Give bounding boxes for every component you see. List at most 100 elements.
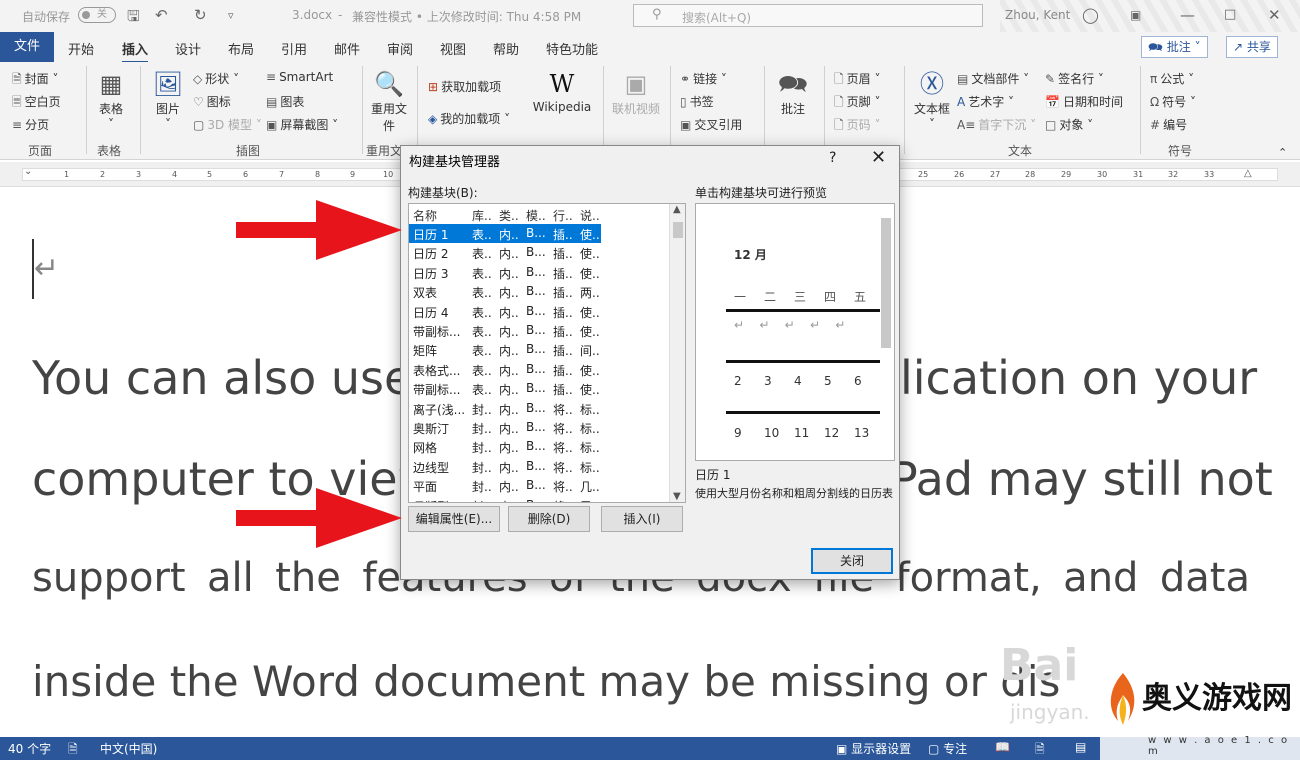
tab-home[interactable]: 开始	[68, 39, 94, 58]
pictures-button[interactable]: 🖼 图片 ˅	[148, 68, 188, 131]
tab-view[interactable]: 视图	[440, 39, 466, 58]
list-item[interactable]: 母版型封..内..B...将..导..	[409, 496, 671, 502]
footer-button[interactable]: 🗋 页脚 ˅	[834, 93, 881, 114]
compatibility-mode-label[interactable]: 兼容性模式 • 上次修改时间: Thu 4:58 PM	[352, 8, 581, 25]
blank-page-button[interactable]: 🗏 空白页	[12, 93, 61, 114]
maximize-icon[interactable]: □	[1224, 7, 1236, 22]
edit-properties-button[interactable]: 编辑属性(E)...	[408, 506, 500, 532]
page-break-button[interactable]: ≡ 分页	[12, 116, 49, 133]
tab-layout[interactable]: 布局	[228, 39, 254, 58]
tab-file[interactable]: 文件	[0, 32, 54, 62]
shapes-button[interactable]: ◇ 形状 ˅	[193, 70, 239, 87]
user-name[interactable]: Zhou, Kent	[1005, 8, 1070, 22]
screenshot-button[interactable]: ▣ 屏幕截图 ˅	[266, 116, 338, 133]
close-icon[interactable]: ✕	[871, 147, 886, 168]
list-item[interactable]: 边线型 封.. 内.. B... 将.. 标..	[409, 457, 671, 476]
save-icon[interactable]: 🖫	[127, 6, 140, 31]
symbol-button[interactable]: Ω 符号 ˅	[1150, 93, 1196, 110]
ribbon-display-icon[interactable]: ▣	[1130, 8, 1141, 22]
page-number-button[interactable]: 🗋 页码 ˅	[834, 116, 881, 137]
column-header-template[interactable]: 模..	[526, 207, 546, 224]
column-header-behavior[interactable]: 行..	[553, 207, 573, 224]
list-item[interactable]: 表格式... 表.. 内.. B... 插.. 使..	[409, 360, 671, 379]
wikipedia-button[interactable]: W Wikipedia	[530, 68, 594, 114]
scroll-down-icon[interactable]: ▼	[673, 491, 681, 502]
collapse-ribbon-icon[interactable]: ⌃	[1278, 146, 1287, 159]
list-item[interactable]: 网格 封.. 内.. B... 将.. 标..	[409, 437, 671, 456]
list-item[interactable]: 日历 4 表.. 内.. B... 插.. 使..	[409, 302, 671, 321]
list-item[interactable]: 平面 封.. 内.. B... 将.. 几..	[409, 476, 671, 495]
tab-help[interactable]: 帮助	[493, 39, 519, 58]
language-indicator[interactable]: 中文(中国)	[100, 740, 157, 757]
smartart-button[interactable]: ≡ SmartArt	[266, 70, 333, 84]
column-header-description[interactable]: 说..	[580, 207, 600, 224]
number-button[interactable]: # 编号	[1150, 116, 1187, 133]
quick-parts-button[interactable]: ▤ 文档部件 ˅	[957, 70, 1029, 87]
undo-icon[interactable]: ↶	[155, 6, 168, 24]
building-blocks-list[interactable]: 名称 库.. 类.. 模.. 行.. 说.. 日历 1 表.. 内.. B... 插..…	[408, 203, 686, 503]
3d-models-button[interactable]: ▢ 3D 模型 ˅	[193, 116, 262, 133]
list-item[interactable]: 离子(浅... 封.. 内.. B... 将.. 标..	[409, 399, 671, 418]
close-button[interactable]: 关闭	[811, 548, 893, 574]
tab-review[interactable]: 审阅	[387, 39, 413, 58]
insert-button[interactable]: 插入(I)	[601, 506, 683, 532]
get-addins-button[interactable]: ⊞ 获取加载项	[428, 78, 501, 95]
delete-button[interactable]: 删除(D)	[508, 506, 590, 532]
header-button[interactable]: 🗋 页眉 ˅	[834, 70, 881, 91]
minimize-icon[interactable]: —	[1180, 6, 1195, 24]
tab-design[interactable]: 设计	[175, 39, 201, 58]
print-layout-icon[interactable]: 🗎	[1035, 740, 1045, 761]
bookmark-button[interactable]: ▯ 书签	[680, 93, 714, 110]
online-video-button[interactable]: ▣ 联机视频	[608, 68, 664, 117]
list-item[interactable]: 带副标... 表.. 内.. B... 插.. 使..	[409, 379, 671, 398]
scroll-thumb[interactable]	[673, 222, 683, 238]
list-item[interactable]: 日历 2 表.. 内.. B... 插.. 使..	[409, 243, 671, 262]
column-header-category[interactable]: 类..	[499, 207, 519, 224]
list-item[interactable]: 双表 表.. 内.. B... 插.. 两..	[409, 282, 671, 301]
close-window-icon[interactable]: ✕	[1268, 6, 1281, 24]
autosave-toggle[interactable]: 关	[78, 7, 116, 23]
column-header-gallery[interactable]: 库..	[472, 207, 492, 224]
list-scrollbar[interactable]: ▲ ▼	[669, 204, 685, 502]
word-count[interactable]: 40 个字	[8, 740, 51, 757]
scroll-up-icon[interactable]: ▲	[673, 204, 681, 215]
customize-qat-icon[interactable]: ▿	[228, 9, 234, 22]
signature-line-button[interactable]: ✎ 签名行 ˅	[1045, 70, 1104, 87]
focus-button[interactable]: ▢ 专注	[928, 740, 967, 757]
web-layout-icon[interactable]: ▤	[1075, 740, 1086, 754]
list-item[interactable]: 日历 3 表.. 内.. B... 插.. 使..	[409, 263, 671, 282]
proofing-icon[interactable]: 🗎	[68, 740, 78, 761]
my-addins-button[interactable]: ◈ 我的加载项 ˅	[428, 110, 510, 127]
text-box-button[interactable]: Ⓧ 文本框 ˅	[910, 68, 954, 131]
table-button[interactable]: ▦ 表格 ˅	[92, 68, 130, 131]
wordart-button[interactable]: A 艺术字 ˅	[957, 93, 1014, 110]
column-header-name[interactable]: 名称	[413, 207, 437, 224]
preview-scroll-thumb[interactable]	[881, 218, 891, 348]
list-item[interactable]: 奥斯汀 封.. 内.. B... 将.. 标..	[409, 418, 671, 437]
cross-reference-button[interactable]: ▣ 交叉引用	[680, 116, 742, 133]
share-button[interactable]: ↗ 共享	[1226, 36, 1278, 58]
reuse-files-button[interactable]: 🔍 重用文件	[368, 68, 410, 134]
list-item[interactable]: 带副标... 表.. 内.. B... 插.. 使..	[409, 321, 671, 340]
tab-references[interactable]: 引用	[281, 39, 307, 58]
read-mode-icon[interactable]: 📖	[995, 740, 1010, 754]
icons-button[interactable]: ♡ 图标	[193, 93, 231, 110]
tab-insert[interactable]: 插入	[122, 39, 149, 63]
date-time-button[interactable]: 📅 日期和时间	[1045, 93, 1123, 110]
tab-mailings[interactable]: 邮件	[334, 39, 360, 58]
search-box[interactable]: ⚲ 搜索(Alt+Q)	[633, 4, 983, 27]
help-icon[interactable]: ?	[829, 150, 836, 166]
new-comment-button[interactable]: 🗪 批注	[772, 68, 814, 117]
link-button[interactable]: ⚭ 链接 ˅	[680, 70, 727, 87]
list-item[interactable]: 日历 1 表.. 内.. B... 插.. 使..	[409, 224, 601, 243]
cover-page-button[interactable]: 🗎 封面 ˅	[12, 70, 59, 91]
comments-button[interactable]: 🗪 批注 ˅	[1141, 36, 1208, 58]
chart-button[interactable]: ▤ 图表	[266, 93, 304, 110]
indent-marker-icon[interactable]: ⌄	[24, 166, 32, 177]
tab-featured[interactable]: 特色功能	[546, 39, 598, 58]
display-settings-button[interactable]: ▣ 显示器设置	[836, 740, 911, 757]
user-avatar-icon[interactable]: ◯	[1082, 6, 1099, 24]
list-item[interactable]: 矩阵 表.. 内.. B... 插.. 间..	[409, 340, 671, 359]
drop-cap-button[interactable]: A≡ 首字下沉 ˅	[957, 116, 1036, 133]
equation-button[interactable]: π 公式 ˅	[1150, 70, 1194, 87]
